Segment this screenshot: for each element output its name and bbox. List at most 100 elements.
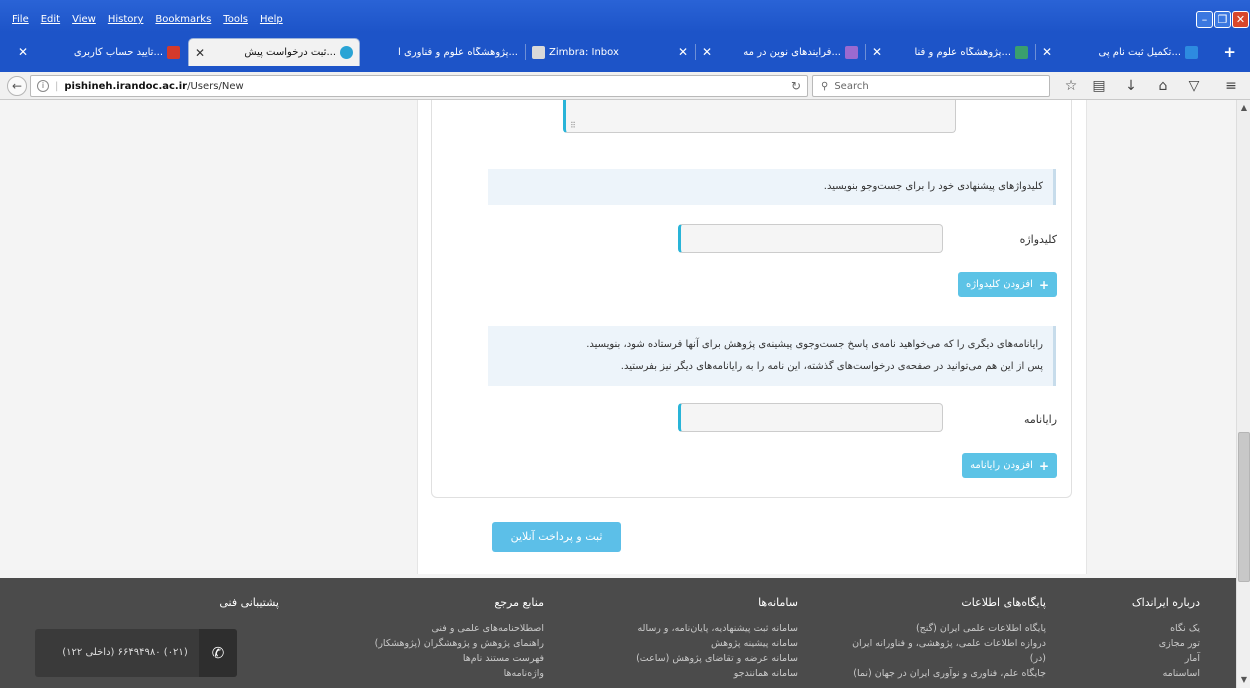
url-path: /Users/New [187,80,244,92]
email-label: رایانامه [1024,413,1057,426]
tab-close-icon[interactable]: ✕ [1042,45,1052,59]
tab-close-icon[interactable]: ✕ [18,45,28,59]
scrollbar-thumb[interactable] [1238,432,1250,582]
hamburger-menu-icon[interactable]: ≡ [1222,77,1240,95]
add-email-button[interactable]: + افزودن رایانامه [962,453,1057,478]
footer-link[interactable]: سامانه همانندجو [578,666,798,681]
submit-pay-button[interactable]: ثبت و پرداخت آنلاین [492,522,621,552]
menu-bookmarks[interactable]: Bookmarks [155,14,211,25]
add-keyword-label: افزودن کلیدواژه [966,279,1033,290]
menu-file[interactable]: File [12,14,29,25]
tab-label: Zimbra: Inbox [549,46,619,58]
info-icon[interactable]: i [37,80,49,92]
footer-references-title: منابع مرجع [494,596,544,609]
url-bar[interactable]: i | pishineh.irandoc.ac.ir /Users/New ↻ [30,75,808,97]
bookmark-star-icon[interactable]: ☆ [1062,77,1080,95]
tab-label: ...ثبت درخواست پیش [244,47,336,58]
menu-tools[interactable]: Tools [223,14,248,25]
tab-close-icon[interactable]: ✕ [702,45,712,59]
tab-2[interactable]: ...فرآیندهای نوین در مه ✕ [696,38,864,66]
reading-list-icon[interactable]: ▤ [1090,77,1108,95]
url-separator: | [55,80,59,92]
tab-close-icon[interactable]: ✕ [872,45,882,59]
footer-link[interactable]: سامانه ثبت پیشنهادیه، پایان‌نامه، و رسال… [578,621,798,636]
phone-icon: ✆ [199,629,237,677]
tab-0[interactable]: ...تکمیل ثبت نام پی ✕ [1036,38,1204,66]
downloads-icon[interactable]: ↓ [1122,77,1140,95]
footer-link[interactable]: واژه‌نامه‌ها [304,666,544,681]
footer-databases-title: پایگاه‌های اطلاعات [961,596,1046,609]
home-icon[interactable]: ⌂ [1154,77,1172,95]
add-keyword-button[interactable]: + افزودن کلیدواژه [958,272,1057,297]
footer-link[interactable]: دروازه اطلاعات علمی، پژوهشی، و فناورانه … [806,636,1046,651]
menu-help[interactable]: Help [260,14,283,25]
menu-history[interactable]: History [108,14,144,25]
footer-link[interactable]: فهرست مستند نام‌ها [304,651,544,666]
window-close-button[interactable]: ✕ [1232,11,1249,28]
footer-databases: پایگاه‌های اطلاعات پایگاه اطلاعات علمی ا… [806,578,1046,681]
search-placeholder: Search [834,80,869,92]
description-textarea[interactable]: ⠿ [563,100,956,133]
tab-5-active[interactable]: ...ثبت درخواست پیش ✕ [188,38,360,66]
menu-bar: File Edit View History Bookmarks Tools H… [0,0,1250,32]
tab-separator [525,44,526,60]
email-input[interactable] [678,403,943,432]
keyword-label: کلیدواژه [1019,233,1057,246]
menu-view[interactable]: View [72,14,96,25]
keyword-input[interactable] [678,224,943,253]
tab-label: ...پژوهشگاه علوم و فنا [914,46,1011,58]
scroll-down-icon[interactable]: ▼ [1238,674,1250,686]
email-note-line-2: پس از این هم می‌توانید در صفحه‌ی درخواست… [620,361,1043,372]
minimize-button[interactable]: – [1196,11,1213,28]
footer-link[interactable]: پایگاه اطلاعات علمی ایران (گنج) [806,621,1046,636]
tab-4[interactable]: ...پژوهشگاه علوم و فناوری ا ✕ [348,38,524,66]
footer-about-title: درباره ایرانداک [1131,596,1200,609]
tab-separator [1035,44,1036,60]
footer-link[interactable]: اصطلاحنامه‌های علمی و فنی [304,621,544,636]
keyword-note: کلیدواژهای پیشنهادی خود را برای جست‌وجو … [488,169,1056,205]
page-scrollbar[interactable]: ▲ ▼ [1236,100,1250,688]
footer-link[interactable]: راهنمای پژوهش و پژوهشگران (پژوهشکار) [304,636,544,651]
support-phone[interactable]: (۰۲۱) ۶۶۴۹۴۹۸۰ (داخلی ۱۲۲) [45,629,205,677]
footer-link[interactable]: تور مجازی [1080,636,1200,651]
new-tab-button[interactable]: + [1212,38,1242,66]
footer-link[interactable]: آمار [1080,651,1200,666]
footer-link[interactable]: سامانه پیشینه پژوهش [578,636,798,651]
tab-1[interactable]: ...پژوهشگاه علوم و فنا ✕ [866,38,1034,66]
resize-grip-icon[interactable]: ⠿ [570,121,576,130]
tab-close-icon[interactable]: ✕ [195,46,205,60]
tab-3[interactable]: Zimbra: Inbox ✕ [526,38,694,66]
footer-about: درباره ایرانداک یک نگاه تور مجازی آمار ا… [1080,578,1200,681]
scroll-up-icon[interactable]: ▲ [1238,102,1250,114]
tab-label: ...فرآیندهای نوین در مه [743,46,841,58]
keyword-note-text: کلیدواژهای پیشنهادی خود را برای جست‌وجو … [823,181,1043,192]
zimbra-icon [532,45,545,59]
url-domain: pishineh.irandoc.ac.ir [64,80,188,92]
tab-close-icon[interactable]: ✕ [678,45,688,59]
gmail-icon [167,45,180,59]
support-phone-box: (۰۲۱) ۶۶۴۹۴۹۸۰ (داخلی ۱۲۲) ✆ [35,629,237,677]
pocket-icon[interactable]: ▽ [1185,77,1203,95]
tab-6[interactable]: ...تأیید حساب کاربری ✕ [12,38,186,66]
favicon-icon [1015,45,1028,59]
plus-icon: + [1038,458,1049,473]
search-input[interactable]: ⚲ Search [812,75,1050,97]
footer-link[interactable]: سامانه عرضه و تقاضای پژوهش (ساعت) [578,651,798,666]
footer-link[interactable]: جایگاه علم، فناوری و نوآوری ایران در جها… [806,666,1046,681]
tab-label: ...پژوهشگاه علوم و فناوری ا [398,46,518,58]
menu-edit[interactable]: Edit [41,14,60,25]
plus-icon: + [1038,277,1049,292]
tab-strip: ...تکمیل ثبت نام پی ✕ ...پژوهشگاه علوم و… [0,32,1250,72]
footer-systems-title: سامانه‌ها [758,596,798,609]
favicon-icon [845,45,858,59]
site-footer: درباره ایرانداک یک نگاه تور مجازی آمار ا… [0,578,1236,688]
footer-link[interactable]: یک نگاه [1080,621,1200,636]
tab-separator [695,44,696,60]
back-button[interactable]: ← [7,76,27,96]
maximize-button[interactable]: ❐ [1214,11,1231,28]
browser-window: File Edit View History Bookmarks Tools H… [0,0,1250,688]
add-email-label: افزودن رایانامه [970,460,1033,471]
reload-icon[interactable]: ↻ [791,79,801,93]
footer-link[interactable]: (در) [806,651,1046,666]
footer-link[interactable]: اساسنامه [1080,666,1200,681]
